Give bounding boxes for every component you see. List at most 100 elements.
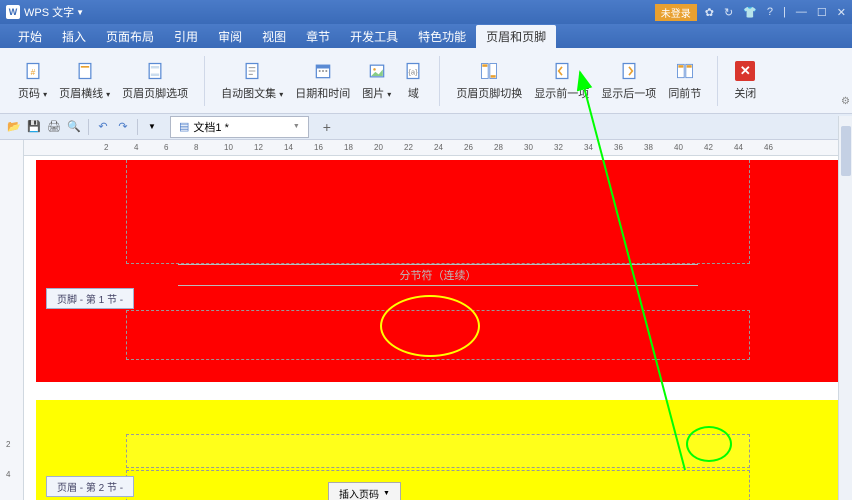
menu-引用[interactable]: 引用 <box>164 25 208 48</box>
qat-separator <box>137 119 138 135</box>
ribbon-separator <box>204 56 205 106</box>
hf-options-button[interactable]: 页眉页脚选项 <box>116 59 194 103</box>
header-area[interactable] <box>126 434 750 468</box>
close-icon: ✕ <box>735 61 755 81</box>
field-label: 域 <box>408 85 419 101</box>
ruler-mark: 22 <box>404 143 413 152</box>
chevron-down-icon: ▼ <box>383 490 390 497</box>
skin-icon[interactable]: ✿ <box>705 6 714 19</box>
refresh-icon[interactable]: ↻ <box>724 6 733 19</box>
minimize-icon[interactable]: — <box>796 6 807 19</box>
page-number-button[interactable]: # 页码 ▾ <box>12 59 53 103</box>
vertical-ruler: 24 <box>0 140 24 500</box>
ruler-mark: 8 <box>194 143 198 152</box>
date-time-label: 日期和时间 <box>295 85 350 101</box>
field-button[interactable]: {a} 域 <box>397 59 429 103</box>
ruler-mark: 14 <box>284 143 293 152</box>
add-tab-icon[interactable]: + <box>319 119 335 135</box>
save-icon[interactable]: 💾 <box>26 119 42 135</box>
section-break-label: 分节符（连续） <box>178 264 698 286</box>
horizontal-ruler: 2468101214161820222426283032343638404244… <box>24 140 852 156</box>
show-next-button[interactable]: 显示后一项 <box>595 59 662 103</box>
header-line-icon <box>75 61 95 81</box>
menu-开发工具[interactable]: 开发工具 <box>340 25 408 48</box>
undo-icon[interactable]: ↶ <box>95 119 111 135</box>
svg-text:{a}: {a} <box>409 67 419 76</box>
menu-特色功能[interactable]: 特色功能 <box>408 25 476 48</box>
ruler-mark: 18 <box>344 143 353 152</box>
date-time-button[interactable]: 日期和时间 <box>289 59 356 103</box>
ribbon-separator <box>439 56 440 106</box>
link-prev-label: 同前节 <box>668 85 701 101</box>
footer-section-tag: 页脚 - 第 1 节 - <box>46 288 134 309</box>
vertical-scrollbar[interactable] <box>838 116 852 500</box>
print-icon[interactable]: 🖨 <box>46 119 62 135</box>
field-icon: {a} <box>403 61 423 81</box>
picture-button[interactable]: 图片 ▾ <box>356 59 397 103</box>
close-window-icon[interactable]: ✕ <box>837 6 846 19</box>
hf-switch-button[interactable]: 页眉页脚切换 <box>450 59 528 103</box>
preview-icon[interactable]: 🔍 <box>66 119 82 135</box>
qat-dropdown-icon[interactable]: ▼ <box>144 119 160 135</box>
show-prev-icon <box>552 61 572 81</box>
doc-name: 文档1 * <box>193 119 228 135</box>
wps-logo-icon: W <box>6 5 20 19</box>
open-icon[interactable]: 📂 <box>6 119 22 135</box>
ruler-mark: 20 <box>374 143 383 152</box>
ruler-mark: 38 <box>644 143 653 152</box>
redo-icon[interactable]: ↷ <box>115 119 131 135</box>
link-prev-button[interactable]: 同前节 <box>662 59 707 103</box>
chevron-down-icon: ▾ <box>43 90 47 99</box>
page-number-label: 页码 ▾ <box>18 85 47 101</box>
footer-area <box>126 310 750 360</box>
scrollbar-thumb[interactable] <box>841 126 851 176</box>
content-boundary <box>126 160 750 264</box>
chevron-down-icon: ▾ <box>387 90 391 99</box>
ruler-mark: 24 <box>434 143 443 152</box>
doc-tab-dropdown-icon[interactable]: ▼ <box>293 123 300 130</box>
ruler-mark: 44 <box>734 143 743 152</box>
menu-章节[interactable]: 章节 <box>296 25 340 48</box>
menu-页面布局[interactable]: 页面布局 <box>96 25 164 48</box>
menu-审阅[interactable]: 审阅 <box>208 25 252 48</box>
ruler-mark: 30 <box>524 143 533 152</box>
ruler-mark: 4 <box>134 143 138 152</box>
show-next-label: 显示后一项 <box>601 85 656 101</box>
picture-label: 图片 ▾ <box>362 85 391 101</box>
title-dropdown-icon[interactable]: ▼ <box>76 8 84 17</box>
qat-separator <box>88 119 89 135</box>
hf-switch-label: 页眉页脚切换 <box>456 85 522 101</box>
ruler-mark: 46 <box>764 143 773 152</box>
ruler-mark: 42 <box>704 143 713 152</box>
document-tab[interactable]: ▤ 文档1 * ▼ <box>170 116 309 138</box>
show-next-icon <box>619 61 639 81</box>
autotext-label: 自动图文集 ▾ <box>221 85 283 101</box>
ruler-mark: 34 <box>584 143 593 152</box>
picture-icon <box>367 61 387 81</box>
autotext-button[interactable]: 自动图文集 ▾ <box>215 59 289 103</box>
menu-视图[interactable]: 视图 <box>252 25 296 48</box>
ruler-mark: 10 <box>224 143 233 152</box>
ruler-mark: 16 <box>314 143 323 152</box>
close-button[interactable]: ✕ 关闭 <box>728 59 762 103</box>
menu-插入[interactable]: 插入 <box>52 25 96 48</box>
menu-开始[interactable]: 开始 <box>8 25 52 48</box>
shirt-icon[interactable]: 👕 <box>743 6 757 19</box>
help-icon[interactable]: ? <box>767 6 773 19</box>
insert-page-number-button[interactable]: 插入页码 ▼ <box>328 482 401 500</box>
page-2: 页眉 - 第 2 节 - 插入页码 ▼ <box>36 400 840 500</box>
chevron-down-icon: ▾ <box>279 90 283 99</box>
close-label: 关闭 <box>734 85 756 101</box>
menu-页眉和页脚[interactable]: 页眉和页脚 <box>476 25 556 48</box>
ruler-config-icon[interactable]: ⚙ <box>841 96 850 107</box>
show-prev-button[interactable]: 显示前一项 <box>528 59 595 103</box>
login-badge[interactable]: 未登录 <box>655 4 697 21</box>
header-line-button[interactable]: 页眉横线 ▾ <box>53 59 116 103</box>
maximize-icon[interactable]: ☐ <box>817 6 827 19</box>
page-boundary <box>126 470 750 500</box>
app-title: WPS 文字 <box>24 4 74 20</box>
ruler-mark: 36 <box>614 143 623 152</box>
v-ruler-mark: 2 <box>6 440 10 449</box>
date-time-icon <box>313 61 333 81</box>
page-number-icon: # <box>23 61 43 81</box>
